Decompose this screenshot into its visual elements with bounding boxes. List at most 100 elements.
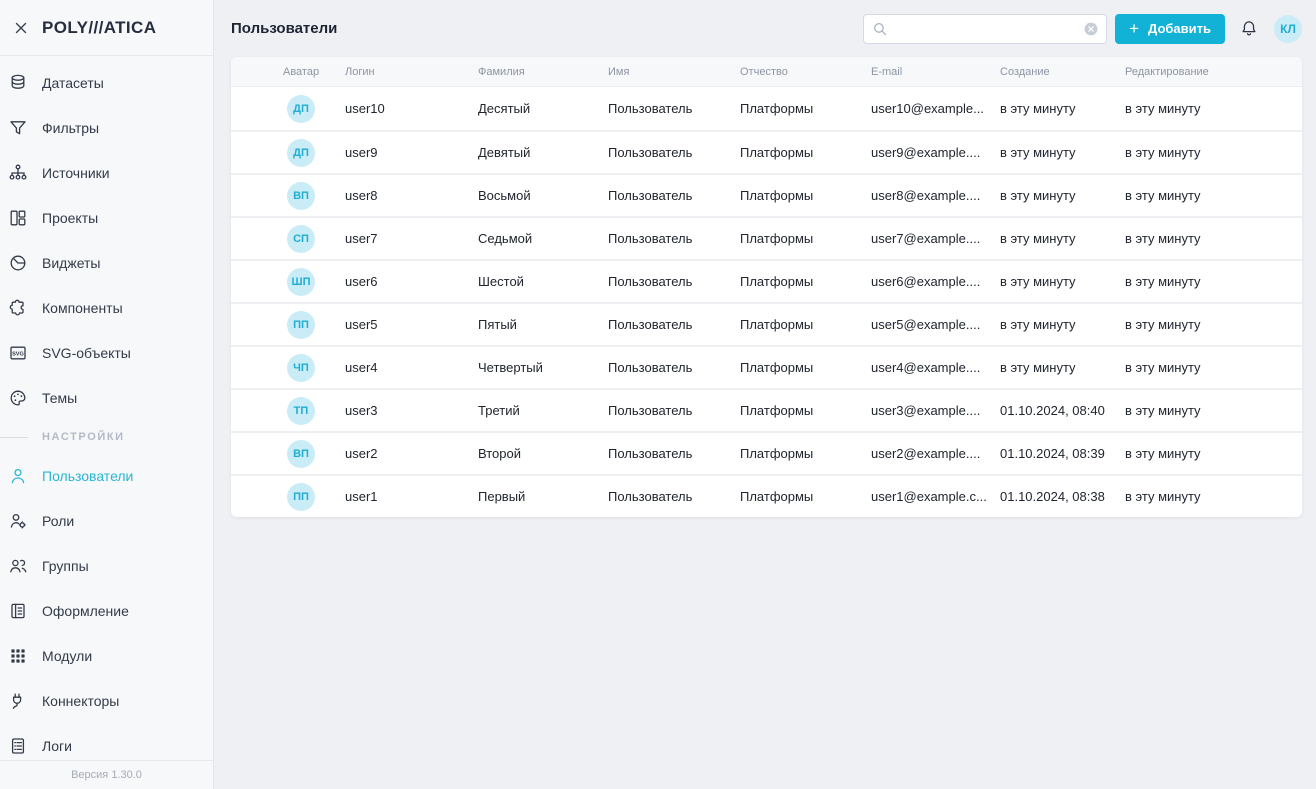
sidebar-item-filters[interactable]: Фильтры [0, 105, 213, 150]
cell-email: user2@example.... [871, 446, 1000, 461]
table-row[interactable]: ПП user5 Пятый Пользователь Платформы us… [231, 302, 1302, 345]
table-row[interactable]: ВП user2 Второй Пользователь Платформы u… [231, 431, 1302, 474]
sidebar-item-label: SVG-объекты [42, 345, 131, 361]
cell-patronymic: Платформы [740, 403, 871, 418]
table-row[interactable]: ШП user6 Шестой Пользователь Платформы u… [231, 259, 1302, 302]
app-logo: POLY///ATICA [42, 18, 156, 38]
cell-created: в эту минуту [1000, 360, 1125, 375]
sidebar-item-modules[interactable]: Модули [0, 633, 213, 678]
cell-login: user7 [345, 231, 478, 246]
search-box[interactable] [863, 14, 1107, 44]
cell-patronymic: Платформы [740, 145, 871, 160]
sidebar-item-groups[interactable]: Группы [0, 543, 213, 588]
sidebar-item-datasets[interactable]: Датасеты [0, 60, 213, 105]
table-row[interactable]: ПП user1 Первый Пользователь Платформы u… [231, 474, 1302, 517]
sidebar-item-label: Фильтры [42, 120, 99, 136]
cell-surname: Восьмой [478, 188, 608, 203]
sidebar-item-themes[interactable]: Темы [0, 375, 213, 420]
projects-icon [8, 208, 28, 228]
sidebar-item-label: Темы [42, 390, 77, 406]
cell-edited: в эту минуту [1125, 360, 1302, 375]
close-icon[interactable] [6, 13, 36, 43]
cell-patronymic: Платформы [740, 360, 871, 375]
cell-created: 01.10.2024, 08:39 [1000, 446, 1125, 461]
notifications-bell-icon[interactable] [1240, 19, 1258, 38]
cell-edited: в эту минуту [1125, 101, 1302, 116]
cell-edited: в эту минуту [1125, 446, 1302, 461]
table-body: ДП user10 Десятый Пользователь Платформы… [231, 87, 1302, 517]
sidebar-item-components[interactable]: Компоненты [0, 285, 213, 330]
search-clear-icon[interactable] [1084, 22, 1098, 36]
row-avatar: СП [287, 225, 315, 253]
cell-created: в эту минуту [1000, 145, 1125, 160]
plus-icon: + [1129, 20, 1139, 37]
row-avatar: ПП [287, 311, 315, 339]
sidebar-item-roles[interactable]: Роли [0, 498, 213, 543]
cell-login: user2 [345, 446, 478, 461]
sidebar-item-label: Модули [42, 648, 92, 664]
cell-login: user4 [345, 360, 478, 375]
table-row[interactable]: ЧП user4 Четвертый Пользователь Платформ… [231, 345, 1302, 388]
cell-edited: в эту минуту [1125, 317, 1302, 332]
sidebar-section-settings: НАСТРОЙКИ [0, 420, 213, 453]
table-row[interactable]: ТП user3 Третий Пользователь Платформы u… [231, 388, 1302, 431]
sidebar-item-svg-objects[interactable]: SVG SVG-объекты [0, 330, 213, 375]
cell-email: user5@example.... [871, 317, 1000, 332]
row-avatar: ДП [287, 95, 315, 123]
cell-edited: в эту минуту [1125, 145, 1302, 160]
column-header-login: Логин [345, 66, 478, 78]
sidebar-item-label: Логи [42, 738, 72, 754]
add-user-button[interactable]: + Добавить [1115, 14, 1225, 44]
connectors-icon [8, 691, 28, 711]
row-avatar: ШП [287, 268, 315, 296]
widgets-icon [8, 253, 28, 273]
column-header-surname: Фамилия [478, 66, 608, 78]
cell-created: в эту минуту [1000, 274, 1125, 289]
cell-surname: Десятый [478, 101, 608, 116]
cell-patronymic: Платформы [740, 446, 871, 461]
cell-name: Пользователь [608, 446, 740, 461]
table-row[interactable]: ДП user9 Девятый Пользователь Платформы … [231, 130, 1302, 173]
themes-icon [8, 388, 28, 408]
app-version: Версия 1.30.0 [71, 769, 142, 781]
table-row[interactable]: ВП user8 Восьмой Пользователь Платформы … [231, 173, 1302, 216]
cell-patronymic: Платформы [740, 489, 871, 504]
table-header-row: Аватар Логин Фамилия Имя Отчество E-mail… [231, 57, 1302, 87]
sidebar-item-label: Роли [42, 513, 74, 529]
cell-created: в эту минуту [1000, 101, 1125, 116]
cell-email: user6@example.... [871, 274, 1000, 289]
sidebar-item-connectors[interactable]: Коннекторы [0, 678, 213, 723]
cell-surname: Третий [478, 403, 608, 418]
table-row[interactable]: СП user7 Седьмой Пользователь Платформы … [231, 216, 1302, 259]
table-row[interactable]: ДП user10 Десятый Пользователь Платформы… [231, 87, 1302, 130]
sidebar-item-users[interactable]: Пользователи [0, 453, 213, 498]
column-header-created: Создание [1000, 66, 1125, 78]
sidebar-item-widgets[interactable]: Виджеты [0, 240, 213, 285]
cell-email: user10@example... [871, 101, 1000, 116]
cell-surname: Шестой [478, 274, 608, 289]
cell-name: Пользователь [608, 188, 740, 203]
cell-surname: Пятый [478, 317, 608, 332]
user-avatar[interactable]: КЛ [1274, 15, 1302, 43]
cell-edited: в эту минуту [1125, 274, 1302, 289]
sidebar-item-sources[interactable]: Источники [0, 150, 213, 195]
cell-email: user3@example.... [871, 403, 1000, 418]
logs-icon [8, 736, 28, 756]
sidebar-item-label: Датасеты [42, 75, 104, 91]
modules-icon [8, 646, 28, 666]
sidebar-header: POLY///ATICA [0, 0, 213, 56]
cell-name: Пользователь [608, 231, 740, 246]
sidebar-nav: Датасеты Фильтры Источники Проекты Видже… [0, 56, 213, 768]
roles-icon [8, 511, 28, 531]
cell-created: 01.10.2024, 08:40 [1000, 403, 1125, 418]
search-input[interactable] [894, 20, 1078, 37]
components-icon [8, 298, 28, 318]
cell-surname: Четвертый [478, 360, 608, 375]
search-icon [872, 21, 888, 37]
sidebar-item-label: Проекты [42, 210, 98, 226]
row-avatar: ЧП [287, 354, 315, 382]
cell-email: user4@example.... [871, 360, 1000, 375]
sidebar-item-projects[interactable]: Проекты [0, 195, 213, 240]
sidebar-item-appearance[interactable]: Оформление [0, 588, 213, 633]
column-header-edited: Редактирование [1125, 66, 1302, 78]
